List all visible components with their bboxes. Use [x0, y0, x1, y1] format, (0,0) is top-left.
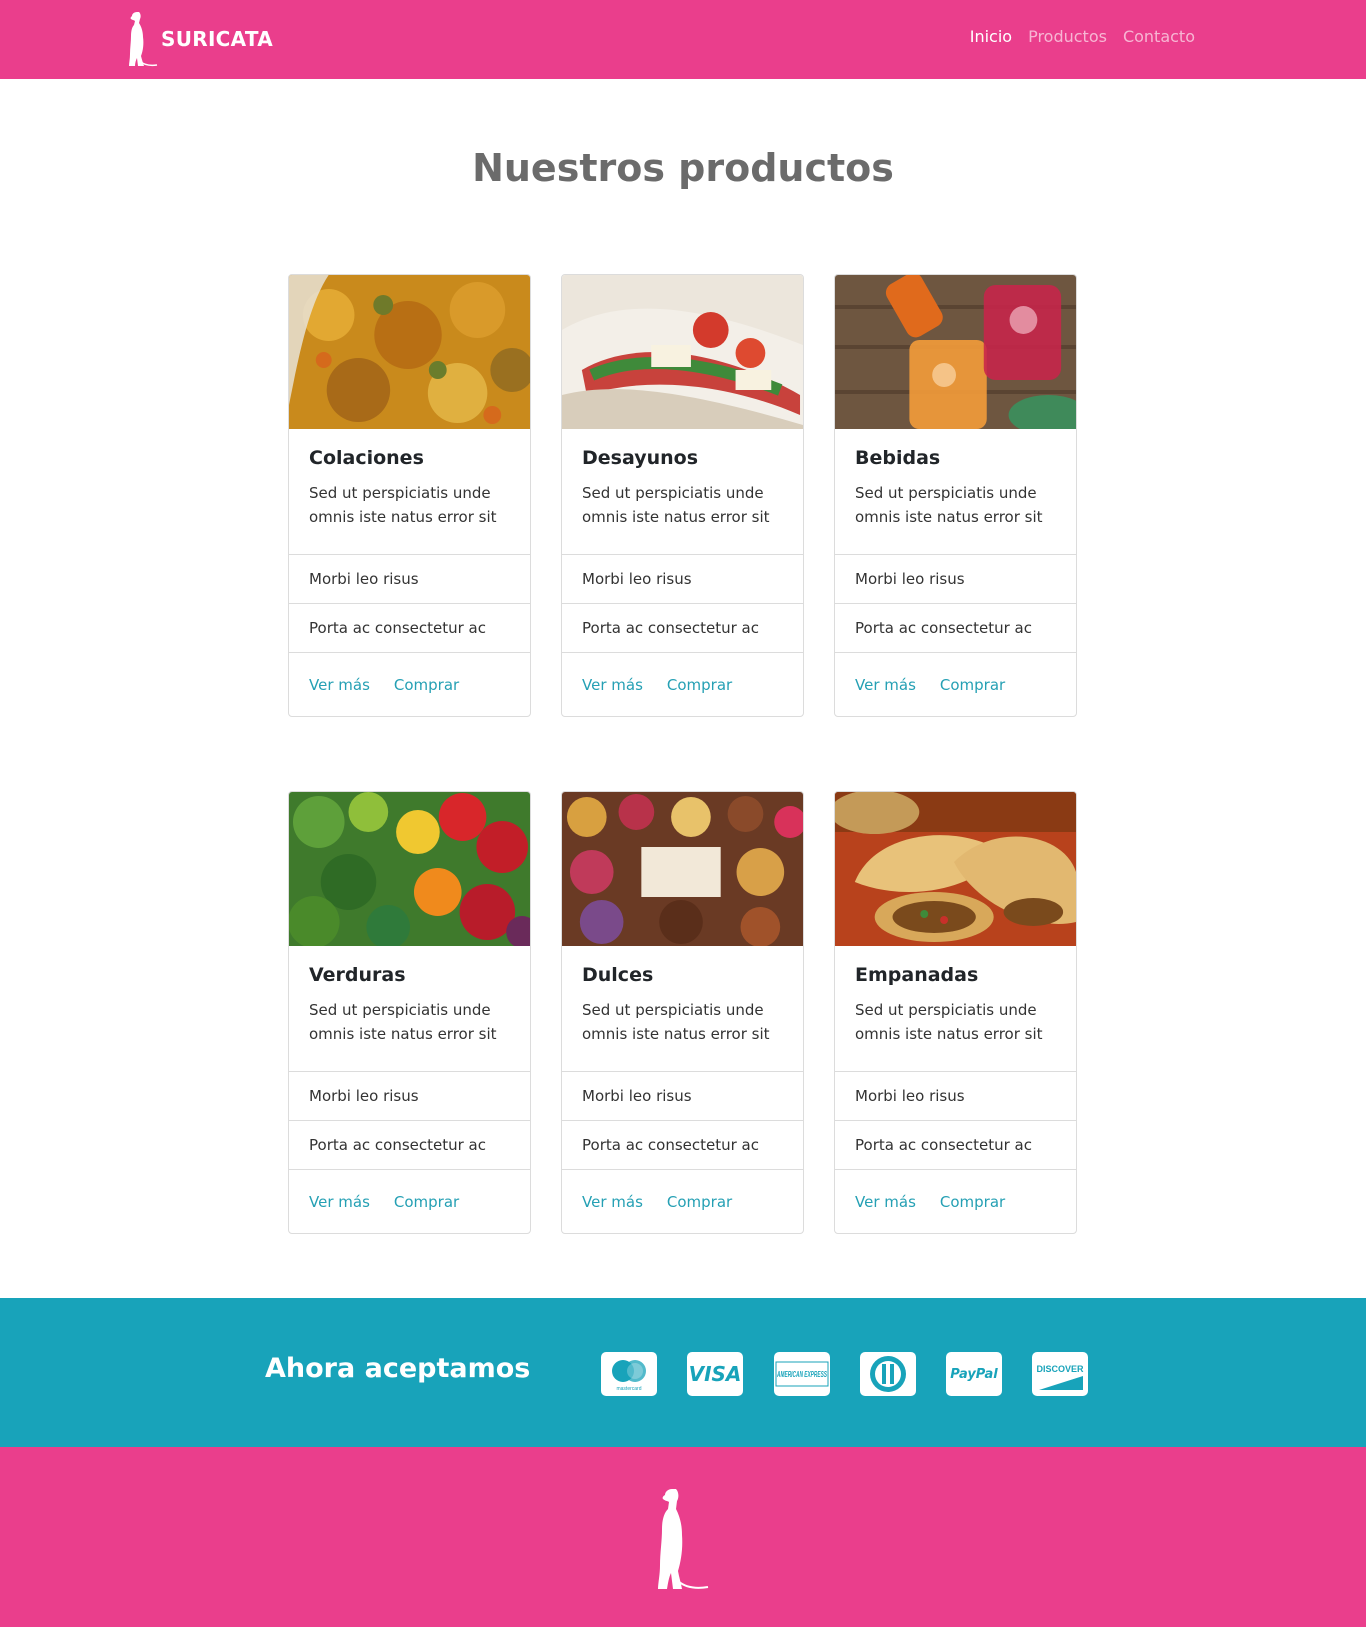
ver-mas-link[interactable]: Ver más: [582, 676, 643, 694]
list-item: Morbi leo risus: [562, 554, 803, 603]
product-card-desayunos: Desayunos Sed ut perspiciatis unde omnis…: [561, 274, 804, 717]
comprar-link[interactable]: Comprar: [667, 1193, 732, 1211]
list-item: Porta ac consectetur ac: [835, 1120, 1076, 1169]
diners-icon: [860, 1352, 916, 1396]
card-title: Bebidas: [855, 447, 941, 469]
ver-mas-link[interactable]: Ver más: [309, 676, 370, 694]
card-title: Verduras: [309, 964, 406, 986]
paypal-icon: PayPal: [946, 1352, 1002, 1396]
card-links: Ver más Comprar: [562, 652, 803, 716]
card-title: Dulces: [582, 964, 654, 986]
card-links: Ver más Comprar: [289, 1169, 530, 1233]
product-card-colaciones: Colaciones Sed ut perspiciatis unde omni…: [288, 274, 531, 717]
meerkat-logo-icon: [129, 12, 158, 67]
page-title: Nuestros productos: [472, 146, 894, 190]
card-body: Colaciones Sed ut perspiciatis unde omni…: [289, 429, 530, 554]
product-image-colaciones: [289, 275, 530, 429]
ver-mas-link[interactable]: Ver más: [309, 1193, 370, 1211]
card-links: Ver más Comprar: [835, 1169, 1076, 1233]
card-title: Colaciones: [309, 447, 424, 469]
meerkat-logo-icon: [658, 1489, 709, 1589]
list-item: Porta ac consectetur ac: [289, 603, 530, 652]
main-nav: Inicio Productos Contacto: [970, 27, 1195, 46]
nav-link-inicio[interactable]: Inicio: [970, 27, 1012, 46]
card-body: Verduras Sed ut perspiciatis unde omnis …: [289, 946, 530, 1071]
card-text: Sed ut perspiciatis unde omnis iste natu…: [855, 1001, 1043, 1043]
ver-mas-link[interactable]: Ver más: [855, 1193, 916, 1211]
comprar-link[interactable]: Comprar: [940, 676, 1005, 694]
card-body: Bebidas Sed ut perspiciatis unde omnis i…: [835, 429, 1076, 554]
product-image-empanadas: [835, 792, 1076, 946]
ver-mas-link[interactable]: Ver más: [582, 1193, 643, 1211]
card-text: Sed ut perspiciatis unde omnis iste natu…: [309, 1001, 497, 1043]
comprar-link[interactable]: Comprar: [394, 1193, 459, 1211]
amex-icon: AMERICAN EXPRESS: [774, 1352, 830, 1396]
ver-mas-link[interactable]: Ver más: [855, 676, 916, 694]
comprar-link[interactable]: Comprar: [394, 676, 459, 694]
product-card-bebidas: Bebidas Sed ut perspiciatis unde omnis i…: [834, 274, 1077, 717]
brand-name: SURICATA: [161, 27, 274, 51]
card-body: Empanadas Sed ut perspiciatis unde omnis…: [835, 946, 1076, 1071]
brand-link[interactable]: SURICATA: [126, 10, 273, 68]
product-image-verduras: [289, 792, 530, 946]
product-image-desayunos: [562, 275, 803, 429]
comprar-link[interactable]: Comprar: [667, 676, 732, 694]
nav-link-contacto[interactable]: Contacto: [1123, 27, 1195, 46]
card-text: Sed ut perspiciatis unde omnis iste natu…: [309, 484, 497, 526]
visa-icon: VISA: [687, 1352, 743, 1396]
card-body: Dulces Sed ut perspiciatis unde omnis is…: [562, 946, 803, 1071]
list-item: Porta ac consectetur ac: [562, 603, 803, 652]
footer: [0, 1447, 1366, 1627]
card-body: Desayunos Sed ut perspiciatis unde omnis…: [562, 429, 803, 554]
payments-title: Ahora aceptamos: [265, 1353, 531, 1384]
amex-label: AMERICAN EXPRESS: [776, 1370, 827, 1379]
product-card-verduras: Verduras Sed ut perspiciatis unde omnis …: [288, 791, 531, 1234]
visa-label: VISA: [688, 1362, 742, 1386]
nav-link-productos[interactable]: Productos: [1028, 27, 1107, 46]
comprar-link[interactable]: Comprar: [940, 1193, 1005, 1211]
card-title: Desayunos: [582, 447, 699, 469]
card-links: Ver más Comprar: [562, 1169, 803, 1233]
card-links: Ver más Comprar: [835, 652, 1076, 716]
list-item: Morbi leo risus: [562, 1071, 803, 1120]
list-item: Morbi leo risus: [289, 1071, 530, 1120]
payments-section: Ahora aceptamos mastercard VISA AMERICAN…: [0, 1298, 1366, 1447]
mastercard-label: mastercard: [616, 1386, 641, 1392]
list-item: Porta ac consectetur ac: [835, 603, 1076, 652]
list-item: Porta ac consectetur ac: [289, 1120, 530, 1169]
navbar: SURICATA Inicio Productos Contacto: [0, 0, 1366, 79]
list-item: Morbi leo risus: [835, 1071, 1076, 1120]
list-item: Morbi leo risus: [289, 554, 530, 603]
card-title: Empanadas: [855, 964, 979, 986]
product-card-dulces: Dulces Sed ut perspiciatis unde omnis is…: [561, 791, 804, 1234]
card-text: Sed ut perspiciatis unde omnis iste natu…: [582, 1001, 770, 1043]
discover-icon: DISCOVER: [1032, 1352, 1088, 1396]
card-text: Sed ut perspiciatis unde omnis iste natu…: [582, 484, 770, 526]
discover-label: DISCOVER: [1036, 1364, 1084, 1374]
paypal-label: PayPal: [950, 1366, 998, 1382]
mastercard-icon: mastercard: [601, 1352, 657, 1396]
list-item: Porta ac consectetur ac: [562, 1120, 803, 1169]
list-item: Morbi leo risus: [835, 554, 1076, 603]
card-text: Sed ut perspiciatis unde omnis iste natu…: [855, 484, 1043, 526]
product-card-empanadas: Empanadas Sed ut perspiciatis unde omnis…: [834, 791, 1077, 1234]
card-links: Ver más Comprar: [289, 652, 530, 716]
product-image-dulces: [562, 792, 803, 946]
product-image-bebidas: [835, 275, 1076, 429]
